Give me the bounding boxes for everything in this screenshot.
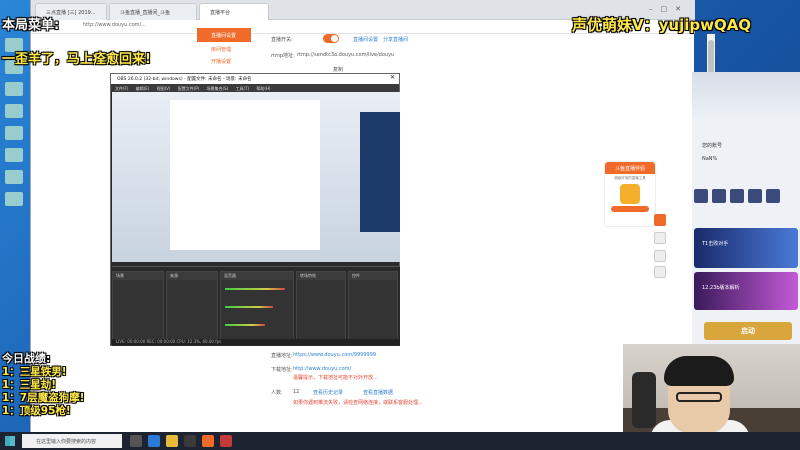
webcam-chair xyxy=(632,372,656,428)
live-address-value[interactable]: https://www.douyu.com/9999999 xyxy=(293,352,376,358)
menu-title-overlay: 本局菜单: xyxy=(2,18,60,33)
taskbar-search[interactable]: 在这里输入你要搜索的内容 xyxy=(22,434,122,448)
desktop-icon[interactable] xyxy=(5,126,23,140)
desktop-icon[interactable] xyxy=(5,170,23,184)
app-icon xyxy=(620,184,640,204)
browser-tab[interactable]: 直播平台 xyxy=(199,3,269,20)
preview-capture xyxy=(112,92,400,262)
battle-item: 1：三星铁男! xyxy=(2,366,67,378)
audio-meter xyxy=(225,288,285,290)
copy-button[interactable]: 复制 xyxy=(333,66,343,73)
sidebar-item-active[interactable]: 直播间设置 xyxy=(197,28,251,42)
taskview-icon[interactable] xyxy=(130,435,142,447)
obs-preview xyxy=(112,92,400,262)
game-icon[interactable] xyxy=(766,189,780,203)
webcam-hair xyxy=(664,356,734,386)
windows-start-icon[interactable] xyxy=(5,436,15,446)
scenes-header: 场景 xyxy=(113,272,163,280)
sources-header: 来源 xyxy=(167,272,217,280)
preview-panel xyxy=(360,112,400,232)
battle-title: 今日战绩: xyxy=(2,352,51,365)
scenes-dock[interactable]: 场景 xyxy=(112,271,164,343)
promo-subtitle: 超级好用的直播工具 xyxy=(614,176,646,180)
news-card[interactable]: 12.23b版本解析 xyxy=(694,272,798,310)
region-label: NaN% xyxy=(702,156,718,162)
user-label: 您的账号 xyxy=(702,143,723,149)
room-settings-link[interactable]: 直播间设置 xyxy=(353,36,378,43)
sources-dock[interactable]: 来源 xyxy=(166,271,218,343)
stream-switch-label: 直播开关: xyxy=(271,37,293,43)
live-address-label: 直播地址: xyxy=(271,353,293,359)
douyu-icon[interactable] xyxy=(202,435,214,447)
mixer-header: 混音器 xyxy=(221,272,293,280)
obs-status-bar: LIVE: 00:00:00 REC: 00:00:00 CPU: 12.3%,… xyxy=(112,339,400,345)
message-overlay: 一歪羊了，马上痊愈回来! xyxy=(2,52,151,67)
desktop-icon[interactable] xyxy=(5,104,23,118)
desktop-icon[interactable] xyxy=(5,192,23,206)
client-header xyxy=(692,72,800,122)
window-controls[interactable]: –□✕ xyxy=(649,5,689,13)
promo-download-button[interactable] xyxy=(611,206,649,212)
history-link[interactable]: 查看历史记录 xyxy=(313,389,343,396)
client-panel: 您的账号 NaN% T1击败对手 12.23b版本解析 xyxy=(692,72,800,347)
count-label: 人数: xyxy=(271,390,283,396)
promo-title: 斗鱼直播伴侣 xyxy=(605,162,655,174)
audio-meter xyxy=(225,306,273,308)
obs-docks: 场景 来源 混音器 转场特效 控件 xyxy=(112,266,400,346)
preview-page xyxy=(170,100,320,250)
sidebar-item-room[interactable]: 房间管理 xyxy=(211,46,231,53)
browser-icon[interactable] xyxy=(148,435,160,447)
count-value: 12 xyxy=(293,389,300,395)
data-link[interactable]: 查看直播数据 xyxy=(363,389,393,396)
desktop-icon[interactable] xyxy=(5,82,23,96)
transitions-header: 转场特效 xyxy=(297,272,345,280)
desktop-icon[interactable] xyxy=(5,148,23,162)
news-card-title: T1击败对手 xyxy=(702,241,729,247)
game-icon[interactable] xyxy=(712,189,726,203)
battle-item: 1：7层魔盗狗摩! xyxy=(2,392,85,404)
obs-window: OBS 26.0.2 (32-bit, windows) - 配置文件: 未命名… xyxy=(110,73,400,346)
wechat-overlay: 声优萌妹V：yujipwQAQ xyxy=(572,16,752,34)
taskbar: 在这里输入你要搜索的内容 xyxy=(0,432,800,450)
obs-title: OBS 26.0.2 (32-bit, windows) - 配置文件: 未命名… xyxy=(117,77,252,82)
mixer-dock[interactable]: 混音器 xyxy=(220,271,294,343)
client-icons xyxy=(694,188,798,204)
float-button[interactable] xyxy=(654,250,666,262)
sidebar-item-stream[interactable]: 开播设置 xyxy=(211,58,231,65)
float-button[interactable] xyxy=(654,232,666,244)
battle-item: 1：顶级95枪! xyxy=(2,405,71,417)
obs-title-bar: OBS 26.0.2 (32-bit, windows) - 配置文件: 未命名… xyxy=(111,74,399,84)
start-button[interactable]: 启动 xyxy=(704,322,792,340)
share-room-link[interactable]: 分享直播间 xyxy=(383,36,408,43)
warning-text: 如果你遇到推流失败，请检查网络连接，或联系客服处理... xyxy=(293,400,423,406)
battle-item: 1：三星劫! xyxy=(2,379,57,391)
download-note: 温馨提示，下载地址可能不对外开放... xyxy=(293,375,378,381)
rtmp-label: rtmp地址: xyxy=(271,53,295,59)
close-icon[interactable]: ✕ xyxy=(390,74,395,81)
stream-toggle[interactable] xyxy=(323,34,339,43)
browser-tab[interactable]: 斗鱼直播_直播间_斗鱼 xyxy=(109,3,197,20)
game-icon[interactable] xyxy=(694,189,708,203)
news-card[interactable]: T1击败对手 xyxy=(694,228,798,268)
rtmp-value: rtmp://sendtc3a.douyu.com/live/douyu xyxy=(297,52,395,58)
folder-icon[interactable] xyxy=(166,435,178,447)
battle-record: 今日战绩: 1：三星铁男! 1：三星劫! 1：7层魔盗狗摩! 1：顶级95枪! xyxy=(2,350,84,418)
obs-icon[interactable] xyxy=(184,435,196,447)
float-button[interactable] xyxy=(654,214,666,226)
float-button[interactable] xyxy=(654,266,666,278)
game-client-icon[interactable] xyxy=(220,435,232,447)
download-value[interactable]: http://www.douyu.com/ xyxy=(293,366,351,372)
game-icon[interactable] xyxy=(748,189,762,203)
controls-header: 控件 xyxy=(349,272,397,280)
audio-meter xyxy=(225,324,265,326)
controls-dock[interactable]: 控件 xyxy=(348,271,398,343)
url-text: http://www.douyu.com/... xyxy=(83,22,146,28)
news-card-title: 12.23b版本解析 xyxy=(702,285,740,291)
transitions-dock[interactable]: 转场特效 xyxy=(296,271,346,343)
webcam-glasses xyxy=(676,392,722,402)
obs-menu-bar[interactable]: 文件(F) 编辑(E) 视图(V) 配置文件(P) 场景集合(S) 工具(T) … xyxy=(111,84,399,92)
download-label: 下载地址: xyxy=(271,367,293,373)
game-icon[interactable] xyxy=(730,189,744,203)
promo-card[interactable]: 斗鱼直播伴侣 超级好用的直播工具 xyxy=(604,161,656,227)
